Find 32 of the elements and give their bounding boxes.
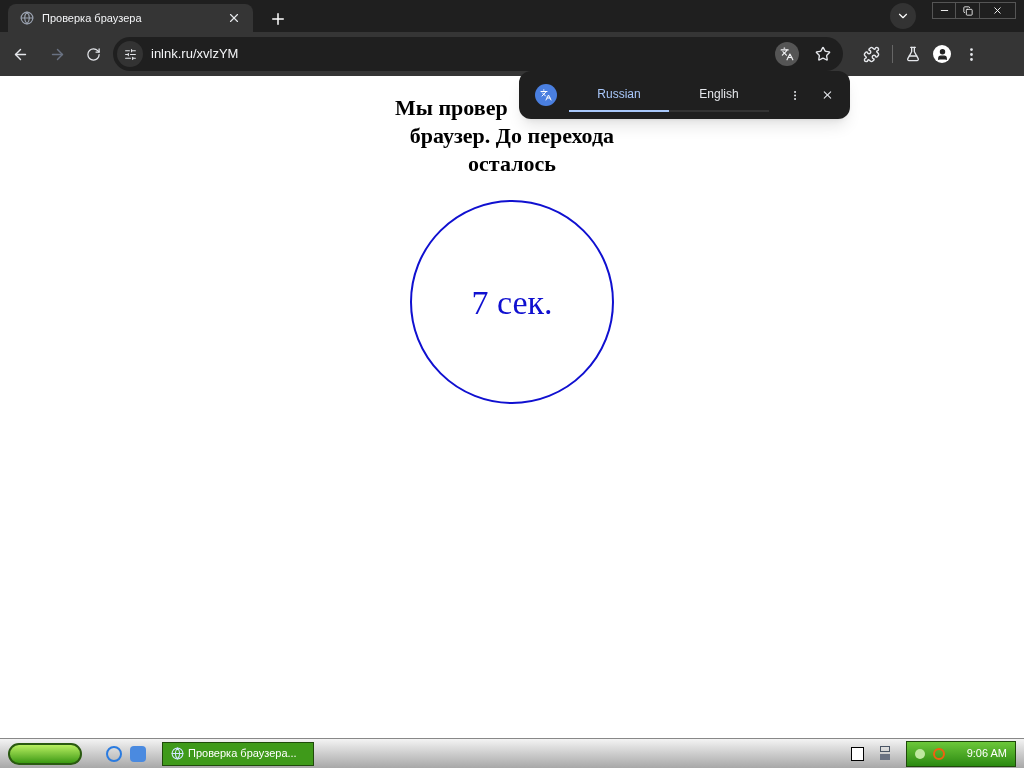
- globe-icon: [171, 747, 184, 760]
- translate-icon[interactable]: [780, 47, 794, 61]
- heading-text: осталось: [467, 150, 557, 178]
- site-settings-icon[interactable]: [123, 47, 137, 61]
- app-icon[interactable]: [130, 745, 146, 762]
- close-button[interactable]: [980, 2, 1016, 19]
- profile-icon[interactable]: [935, 47, 949, 61]
- countdown-text: 7 сек.: [471, 282, 553, 323]
- taskbar-window-button[interactable]: Проверка браузера...: [162, 741, 314, 766]
- star-icon[interactable]: [815, 46, 831, 62]
- reload-icon[interactable]: [86, 46, 101, 62]
- language-tab[interactable]: English: [669, 78, 769, 112]
- tab-title: Проверка браузера: [42, 10, 143, 26]
- tab-search-button[interactable]: [890, 3, 916, 29]
- close-icon[interactable]: [227, 11, 241, 25]
- window-title: Проверка браузера...: [188, 746, 297, 762]
- restore-icon: [962, 5, 973, 16]
- clock-text: 9:06 AM: [966, 746, 1007, 762]
- extensions-icon[interactable]: [863, 45, 880, 63]
- browser-tab[interactable]: Проверка браузера: [8, 4, 253, 32]
- heading-text: браузер. До перехода: [408, 122, 616, 150]
- translate-icon: [540, 89, 552, 101]
- new-tab-icon[interactable]: [269, 10, 287, 28]
- url-text: inlnk.ru/xvlzYM: [151, 45, 240, 64]
- language-tab[interactable]: Russian: [569, 78, 669, 112]
- restore-button[interactable]: [956, 2, 980, 19]
- close-icon: [992, 5, 1003, 16]
- heading-text: Мы провер: [395, 94, 508, 122]
- flask-icon[interactable]: [905, 46, 921, 62]
- start-button[interactable]: [8, 742, 82, 765]
- globe-icon: [20, 11, 34, 25]
- address-bar[interactable]: inlnk.ru/xvlzYM: [113, 37, 843, 71]
